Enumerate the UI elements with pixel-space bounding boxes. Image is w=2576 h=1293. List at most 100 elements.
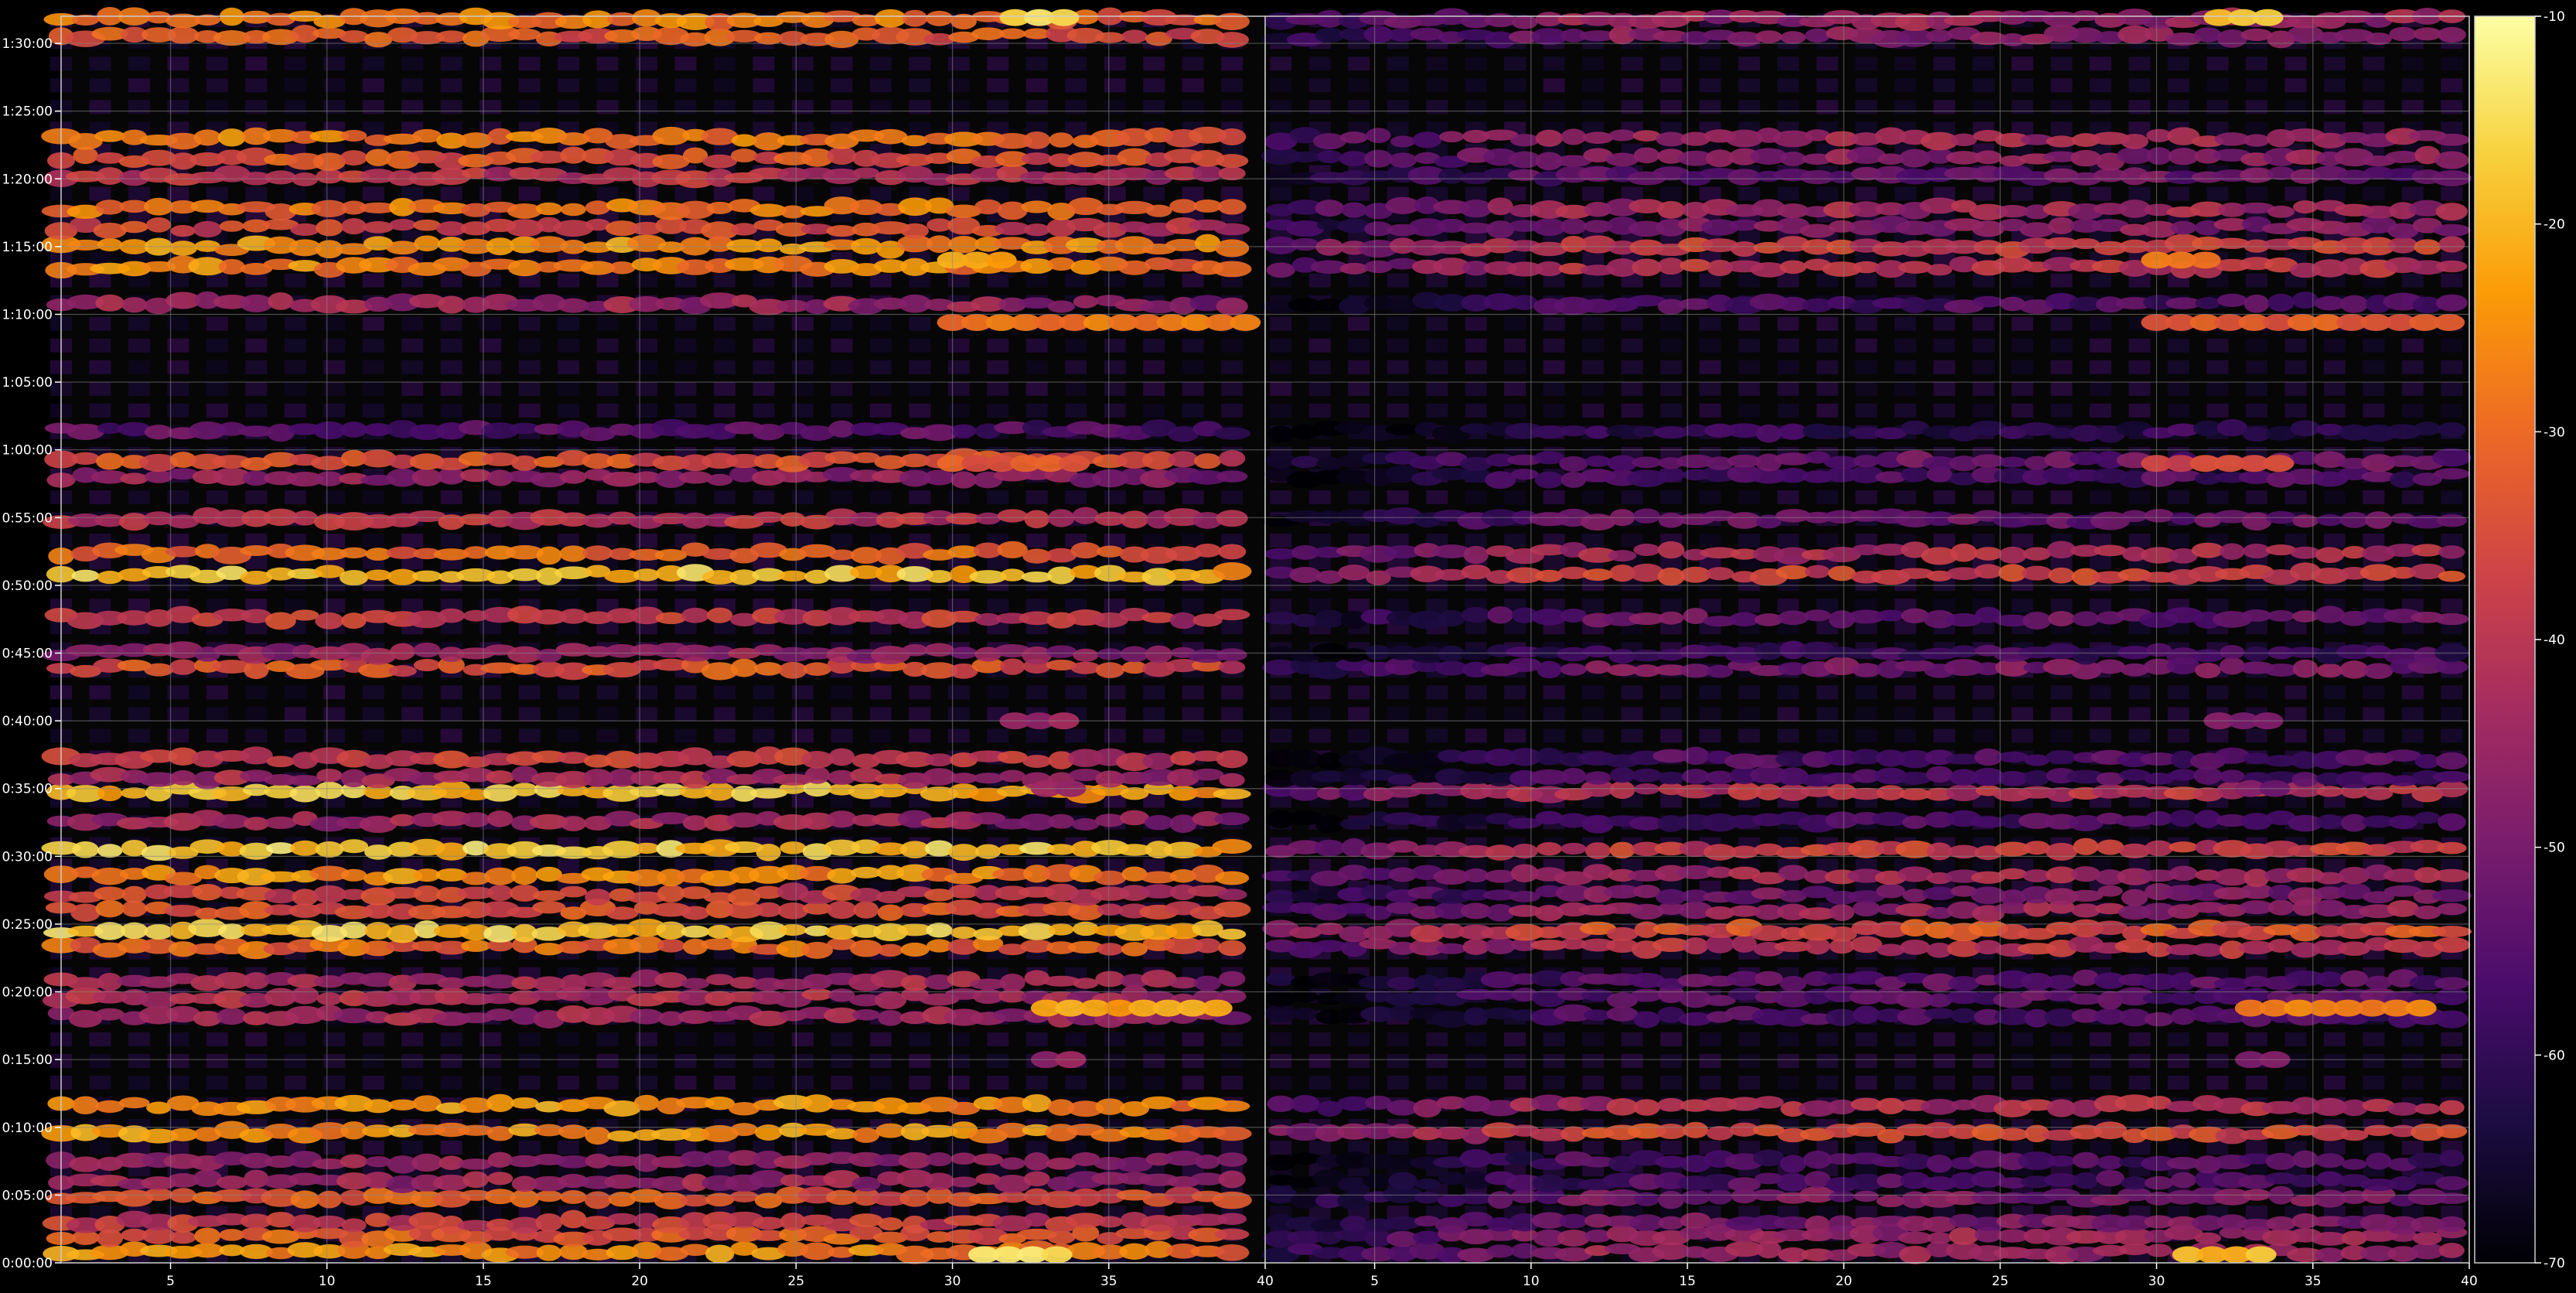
heatmap-cell <box>1660 56 1682 71</box>
heatmap-cell <box>1348 186 1370 201</box>
heatmap-blob <box>1218 940 1247 957</box>
heatmap-blob <box>316 768 343 783</box>
heatmap-cell <box>596 403 619 418</box>
heatmap-cell <box>636 273 658 288</box>
heatmap-cell <box>1025 56 1048 71</box>
heatmap-cell <box>1387 273 1409 288</box>
heatmap-cell <box>1221 100 1244 114</box>
heatmap-cell <box>1972 1032 1994 1046</box>
heatmap-cell <box>1699 1053 1721 1068</box>
heatmap-cell <box>1387 1032 1409 1046</box>
heatmap-blob <box>97 785 123 802</box>
heatmap-cell <box>987 338 1009 353</box>
heatmap-cell <box>674 1075 697 1090</box>
heatmap-blob <box>1023 131 1051 149</box>
heatmap-cell <box>1816 100 1838 114</box>
heatmap-cell <box>1855 338 1878 353</box>
heatmap-cell <box>909 121 931 136</box>
heatmap-cell <box>1816 1032 1838 1046</box>
heatmap-cell <box>558 858 580 873</box>
heatmap-blob <box>803 662 832 676</box>
heatmap-cell <box>1894 490 1916 505</box>
heatmap-cell <box>714 1032 736 1046</box>
heatmap-cell <box>674 490 697 505</box>
heatmap-cell <box>1387 1053 1409 1068</box>
heatmap-blob <box>999 769 1026 783</box>
heatmap-blob <box>1218 450 1246 467</box>
heatmap-cell <box>1025 338 1048 353</box>
heatmap-blob <box>1216 297 1248 316</box>
heatmap-cell <box>440 360 462 374</box>
heatmap-cell <box>1972 685 1994 700</box>
heatmap-cell <box>284 338 306 353</box>
heatmap-cell <box>831 360 853 374</box>
heatmap-cell <box>1738 1141 1760 1155</box>
heatmap-cell <box>1581 100 1604 114</box>
heatmap-cell <box>558 186 580 201</box>
heatmap-blob <box>1194 543 1222 558</box>
heatmap-cell <box>1621 360 1643 374</box>
heatmap-blob <box>363 1099 393 1114</box>
heatmap-cell <box>714 186 736 201</box>
heatmap-cell <box>987 381 1009 396</box>
heatmap-cell <box>440 1053 462 1068</box>
heatmap-cell <box>1660 100 1682 114</box>
heatmap-spot <box>1048 9 1080 26</box>
heatmap-blob <box>1049 923 1074 936</box>
heatmap-cell <box>909 707 931 722</box>
heatmap-cell <box>245 273 268 288</box>
heatmap-blob <box>1216 749 1248 769</box>
heatmap-blob <box>217 128 246 147</box>
heatmap-cell <box>909 56 931 71</box>
heatmap-cell <box>1543 555 1565 570</box>
heatmap-cell <box>401 490 424 505</box>
heatmap-blob <box>1193 199 1222 213</box>
heatmap-cell <box>1143 403 1165 418</box>
heatmap-cell <box>1270 316 1292 331</box>
heatmap-cell <box>1387 78 1409 93</box>
heatmap-cell <box>947 1075 970 1090</box>
heatmap-blob <box>801 750 834 769</box>
heatmap-cell <box>909 78 931 93</box>
heatmap-blob <box>388 665 417 677</box>
heatmap-cell <box>1221 338 1244 353</box>
heatmap-cell <box>1621 381 1643 396</box>
heatmap-cell <box>1104 56 1126 71</box>
heatmap-cell <box>1933 381 1956 396</box>
y-tick-label: 0:55:00 <box>2 510 53 526</box>
heatmap-cell <box>1504 338 1527 353</box>
heatmap-cell <box>128 1032 150 1046</box>
heatmap-cell <box>1426 403 1448 418</box>
heatmap-cell <box>206 685 228 700</box>
heatmap-cell <box>831 534 853 548</box>
heatmap-cell <box>440 403 462 418</box>
heatmap-cell <box>1465 403 1487 418</box>
heatmap-cell <box>245 403 268 418</box>
heatmap-cell <box>1387 1075 1409 1090</box>
heatmap-cell <box>1660 793 1682 808</box>
heatmap-cell <box>1387 100 1409 114</box>
heatmap-cell <box>440 1032 462 1046</box>
heatmap-cell <box>89 1141 111 1155</box>
heatmap-cell <box>1543 403 1565 418</box>
heatmap-cell <box>1221 728 1244 743</box>
heatmap-blob <box>121 922 148 940</box>
heatmap-cell <box>206 728 228 743</box>
heatmap-cell <box>1933 728 1956 743</box>
heatmap-blob <box>486 1093 514 1112</box>
panel-right: 5 10 15 20 25 30 35 40 <box>1261 7 2478 1289</box>
heatmap-cell <box>1387 403 1409 418</box>
heatmap-cell <box>284 1075 306 1090</box>
heatmap-cell <box>1816 403 1838 418</box>
heatmap-cell <box>128 100 150 114</box>
heatmap-blob <box>582 513 613 528</box>
heatmap-cell <box>1270 490 1292 505</box>
heatmap-blob <box>950 424 977 438</box>
heatmap-cell <box>1699 728 1721 743</box>
heatmap-cell <box>1308 728 1331 743</box>
heatmap-blob <box>607 1130 637 1142</box>
heatmap-cell <box>1777 490 1800 505</box>
heatmap-cell <box>1972 186 1994 201</box>
heatmap-blob <box>316 992 343 1006</box>
heatmap-blob <box>730 1123 758 1136</box>
